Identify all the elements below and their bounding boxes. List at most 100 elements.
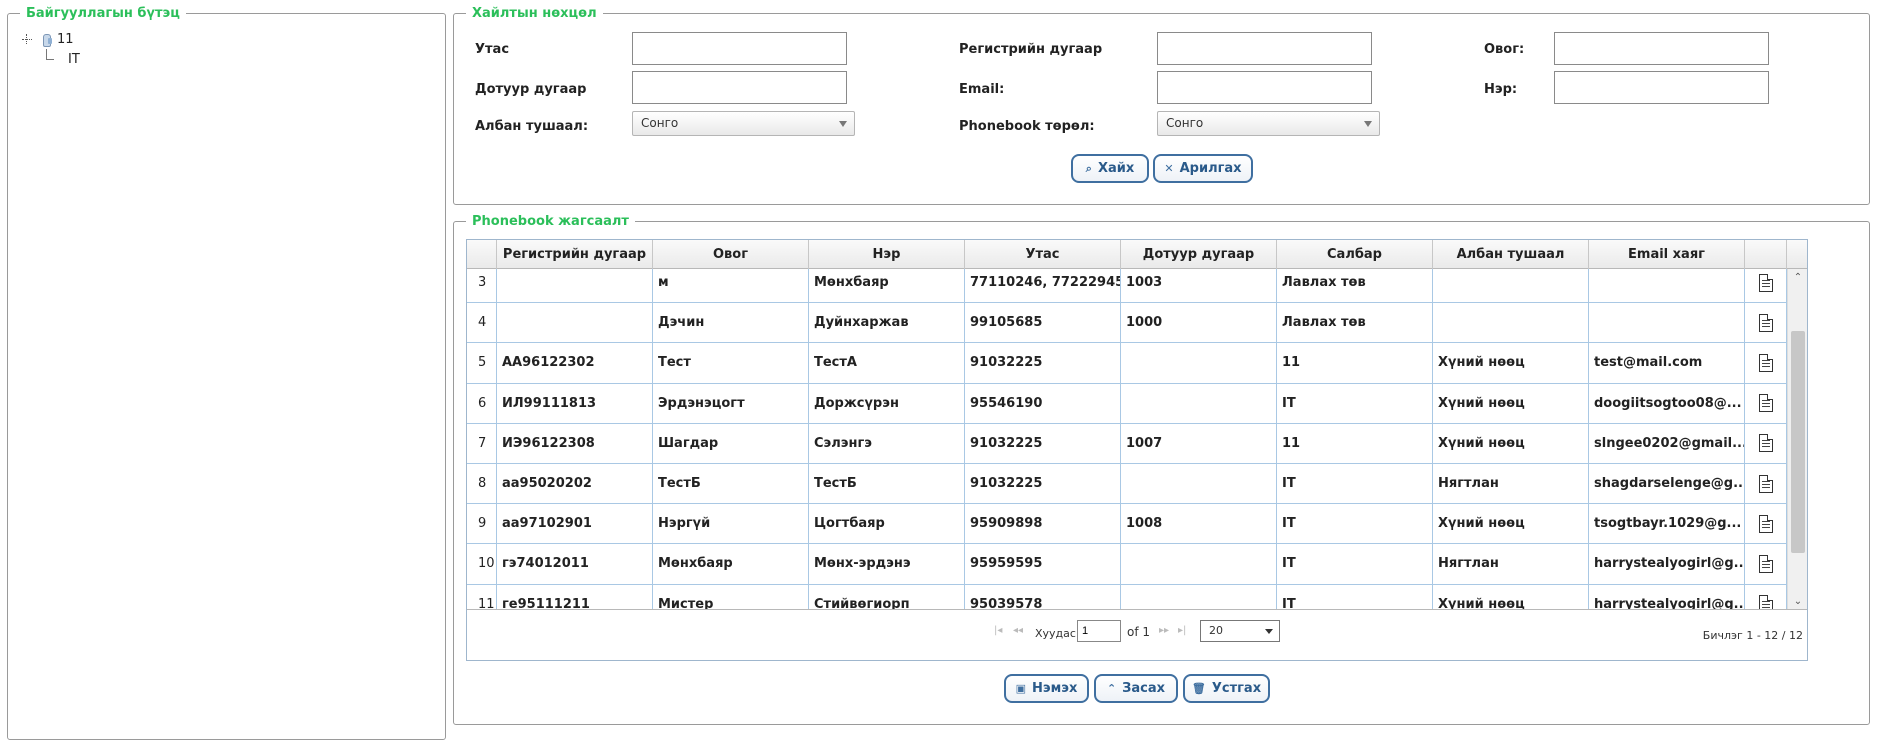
cell-action	[1745, 423, 1787, 463]
column-header-email[interactable]: Email хаяг	[1589, 240, 1745, 269]
tree-node-root[interactable]: 11	[22, 29, 80, 49]
table-row[interactable]: 11 ге95111211 Мистер Стийвөгиорп 95039578 IT Х…	[467, 584, 1787, 609]
column-header-extension[interactable]: Дотуур дугаар	[1121, 240, 1277, 269]
position-select[interactable]: Сонго	[632, 111, 855, 136]
document-icon[interactable]	[1758, 273, 1773, 292]
tree-node-it-label[interactable]: IT	[68, 52, 80, 67]
column-header-branch[interactable]: Салбар	[1277, 240, 1433, 269]
page-of-label: of 1	[1127, 625, 1151, 639]
cell-firstname: Дуйнхаржав	[809, 303, 965, 343]
tree-expander-icon[interactable]	[22, 32, 36, 46]
scroll-down-icon[interactable]: ⌄	[1788, 593, 1807, 609]
cell-email	[1589, 269, 1745, 303]
phone-input[interactable]	[632, 32, 847, 65]
edit-button[interactable]: ⌃ Засах	[1094, 674, 1178, 703]
cell-firstname: Стийвөгиорп	[809, 584, 965, 609]
column-header-action	[1745, 240, 1787, 269]
email-input[interactable]	[1157, 71, 1372, 104]
cell-register: ге95111211	[497, 584, 653, 609]
org-structure-legend: Байгууллагын бүтэц	[26, 6, 180, 21]
tree-node-root-label[interactable]: 11	[57, 32, 74, 47]
firstname-input[interactable]	[1554, 71, 1769, 104]
column-header-register[interactable]: Регистрийн дугаар	[497, 240, 653, 269]
cell-extension: 1007	[1121, 423, 1277, 463]
cell-firstname: ТестБ	[809, 463, 965, 504]
extension-input[interactable]	[632, 71, 847, 104]
grid-pager: |◂ ◂◂ Хуудас of 1 ▸▸ ▸| 20 Бичлэг 1 - 12…	[467, 609, 1807, 660]
search-icon: ⌕	[1085, 161, 1092, 175]
table-row[interactable]: 5 АА96122302 Тест ТестА 91032225 11 Хүний нөөц…	[467, 343, 1787, 384]
column-header-lastname[interactable]: Овог	[653, 240, 809, 269]
delete-button[interactable]: 🗑 Устгах	[1183, 674, 1270, 703]
first-page-icon[interactable]: |◂	[994, 625, 1002, 636]
delete-button-label: Устгах	[1211, 681, 1262, 696]
cell-position: Нягтлан	[1433, 463, 1589, 504]
cell-phone: 95546190	[965, 383, 1121, 423]
cell-position	[1433, 303, 1589, 343]
table-row[interactable]: 3 м Мөнхбаяр 77110246, 77222945 1003 Лавлах т…	[467, 269, 1787, 304]
prev-page-icon[interactable]: ◂◂	[1013, 625, 1023, 636]
cell-email	[1589, 303, 1745, 343]
table-row[interactable]: 9 аа97102901 Нэргүй Цогтбаяр 95909898 1008 IT Х…	[467, 504, 1787, 545]
last-page-icon[interactable]: ▸|	[1178, 625, 1186, 636]
pb-type-select[interactable]: Сонго	[1157, 111, 1380, 136]
cell-lastname: ТестБ	[653, 463, 809, 504]
search-button[interactable]: ⌕ Хайх	[1071, 154, 1149, 183]
document-icon[interactable]	[1758, 474, 1773, 493]
cell-lastname: Эрдэнэцогт	[653, 383, 809, 423]
document-icon[interactable]	[1758, 595, 1773, 609]
document-icon[interactable]	[1758, 353, 1773, 372]
position-select-value: Сонго	[641, 116, 679, 130]
column-header-position[interactable]: Албан тушаал	[1433, 240, 1589, 269]
chevron-down-icon	[839, 121, 847, 127]
page-size-value: 20	[1209, 624, 1223, 637]
firstname-label: Нэр:	[1484, 82, 1518, 97]
search-legend: Хайлтын нөхцөл	[472, 6, 597, 21]
record-count: Бичлэг 1 - 12 / 12	[1702, 629, 1803, 642]
table-row[interactable]: 10 гэ74012011 Мөнхбаяр Мөнх-эрдэнэ 95959595 I…	[467, 544, 1787, 585]
cell-email: harrystealyogirl@g...	[1589, 544, 1745, 584]
grid-scrollbar[interactable]: ⌃ ⌄	[1787, 269, 1807, 609]
document-icon[interactable]	[1758, 394, 1773, 413]
add-button[interactable]: ▣ Нэмэх	[1004, 674, 1089, 703]
cell-index: 11	[467, 584, 497, 609]
scrollbar-thumb[interactable]	[1791, 331, 1805, 553]
cell-firstname: Мөнхбаяр	[809, 269, 965, 303]
cell-firstname: Сэлэнгэ	[809, 423, 965, 463]
close-icon: ✕	[1164, 162, 1174, 175]
clear-button[interactable]: ✕ Арилгах	[1153, 154, 1253, 183]
cell-phone: 99105685	[965, 303, 1121, 343]
document-icon[interactable]	[1758, 514, 1773, 533]
register-input[interactable]	[1157, 32, 1372, 65]
cell-branch: 11	[1277, 423, 1433, 463]
register-label: Регистрийн дугаар	[959, 42, 1103, 57]
table-row[interactable]: 4 Дэчин Дуйнхаржав 99105685 1000 Лавлах төв	[467, 303, 1787, 344]
cell-action	[1745, 269, 1787, 303]
cell-firstname: Цогтбаяр	[809, 504, 965, 544]
table-row[interactable]: 6 ИЛ99111813 Эрдэнэцогт Доржсүрэн 95546190 IT…	[467, 383, 1787, 424]
column-header-firstname[interactable]: Нэр	[809, 240, 965, 269]
table-row[interactable]: 8 аа95020202 ТестБ ТестБ 91032225 IT Нягтлан sh…	[467, 463, 1787, 505]
table-row[interactable]: 7 ИЭ96122308 Шагдар Сэлэнгэ 91032225 1007 11 Хү…	[467, 423, 1787, 464]
cell-register	[497, 269, 653, 303]
tree-node-it[interactable]: IT	[22, 49, 80, 69]
cell-position: Хүний нөөц	[1433, 383, 1589, 423]
cell-lastname: м	[653, 269, 809, 303]
scroll-up-icon[interactable]: ⌃	[1788, 269, 1807, 285]
cell-action	[1745, 544, 1787, 584]
cell-email: shagdarselenge@g...	[1589, 463, 1745, 504]
lastname-input[interactable]	[1554, 32, 1769, 65]
grid-body: 3 м Мөнхбаяр 77110246, 77222945 1003 Лавлах т…	[467, 269, 1787, 609]
page-number-input[interactable]	[1077, 620, 1121, 642]
page-size-select[interactable]: 20	[1200, 620, 1280, 642]
column-header-phone[interactable]: Утас	[965, 240, 1121, 269]
document-icon[interactable]	[1758, 554, 1773, 573]
cell-action	[1745, 584, 1787, 609]
pb-type-select-value: Сонго	[1166, 116, 1204, 130]
document-icon[interactable]	[1758, 313, 1773, 332]
document-icon[interactable]	[1758, 434, 1773, 453]
chevron-down-icon	[1364, 121, 1372, 127]
cell-branch: IT	[1277, 544, 1433, 584]
trash-icon: 🗑	[1191, 682, 1206, 695]
next-page-icon[interactable]: ▸▸	[1159, 625, 1169, 636]
